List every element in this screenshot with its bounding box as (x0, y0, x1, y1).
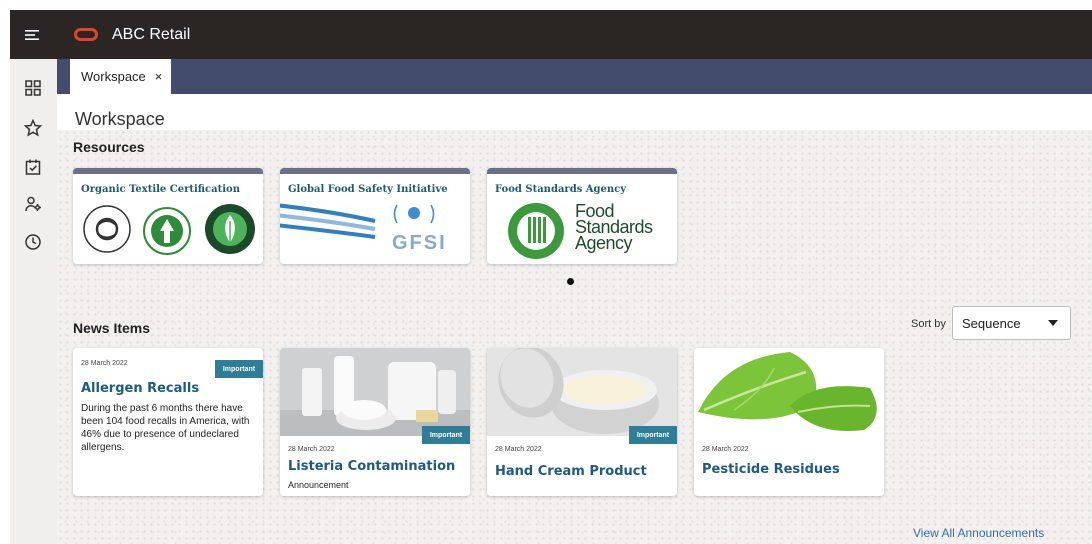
important-badge: Important (422, 426, 470, 444)
app-title: ABC Retail (112, 25, 191, 43)
view-all-announcements-link[interactable]: View All Announcements (913, 526, 1044, 540)
tab-label: Workspace (81, 69, 146, 84)
dairy-products-image (280, 348, 470, 436)
news-card-allergen-recalls[interactable]: 28 March 2022 Important Allergen Recalls… (73, 348, 263, 496)
news-date: 28 March 2022 (702, 446, 749, 453)
person-settings-icon[interactable] (22, 193, 44, 215)
resource-card-organic-textile[interactable]: Organic Textile Certification (73, 168, 263, 264)
workspace-content: Workspace Resources Organic Textile Cert… (57, 94, 1092, 544)
gfsi-text: GFSI (392, 232, 447, 254)
resource-title: Global Food Safety Initiative (288, 184, 448, 195)
chevron-down-icon (1048, 320, 1058, 326)
news-title: Hand Cream Product (495, 464, 647, 479)
top-bar: ABC Retail (10, 10, 1092, 59)
oracle-logo-icon (74, 28, 98, 41)
fsa-logo-line-3: Agency (575, 233, 633, 253)
sort-value: Sequence (962, 315, 1021, 331)
resource-card-gfsi[interactable]: Global Food Safety Initiative GFSI (280, 168, 470, 264)
news-title: Allergen Recalls (81, 381, 200, 396)
resource-title: Food Standards Agency (495, 184, 627, 195)
news-card-pesticide[interactable]: 28 March 2022 Pesticide Residues (694, 348, 884, 496)
workspace-header: Workspace (57, 94, 1092, 130)
tab-strip: Workspace × (57, 59, 1092, 94)
resources-heading: Resources (73, 139, 145, 155)
calendar-check-icon[interactable] (22, 156, 44, 178)
news-title: Listeria Contamination (288, 459, 456, 474)
carousel-dot[interactable] (567, 278, 574, 285)
resource-card-food-standards-agency[interactable]: Food Standards Agency Food Standards Age… (487, 168, 677, 264)
tab-workspace[interactable]: Workspace × (70, 59, 171, 94)
food-standards-agency-logo: Food Standards Agency (487, 201, 677, 263)
close-icon[interactable]: × (155, 69, 163, 84)
news-date: 28 March 2022 (288, 446, 335, 453)
news-card-listeria[interactable]: Important 28 March 2022 Listeria Contami… (280, 348, 470, 496)
grid-icon[interactable] (22, 77, 44, 99)
lettuce-image (694, 348, 884, 436)
resource-title: Organic Textile Certification (81, 184, 240, 195)
news-heading: News Items (73, 320, 151, 336)
news-title: Pesticide Residues (702, 462, 840, 477)
cream-jar-image (487, 348, 677, 436)
star-icon[interactable] (22, 117, 44, 139)
news-subtitle: Announcement (288, 480, 349, 490)
news-date: 28 March 2022 (81, 360, 128, 367)
important-badge: Important (215, 360, 263, 378)
gfsi-logo: GFSI (280, 201, 470, 263)
sort-by-label: Sort by (911, 318, 946, 330)
sidebar (10, 59, 57, 544)
clock-icon[interactable] (22, 231, 44, 253)
hamburger-icon[interactable] (10, 29, 56, 41)
page-title: Workspace (75, 109, 165, 129)
news-card-hand-cream[interactable]: Important 28 March 2022 Hand Cream Produ… (487, 348, 677, 496)
sort-select[interactable]: Sequence (952, 306, 1071, 340)
news-date: 28 March 2022 (495, 446, 542, 453)
important-badge: Important (629, 426, 677, 444)
organic-certification-logos (73, 201, 263, 263)
news-description: During the past 6 months there have been… (81, 403, 250, 453)
